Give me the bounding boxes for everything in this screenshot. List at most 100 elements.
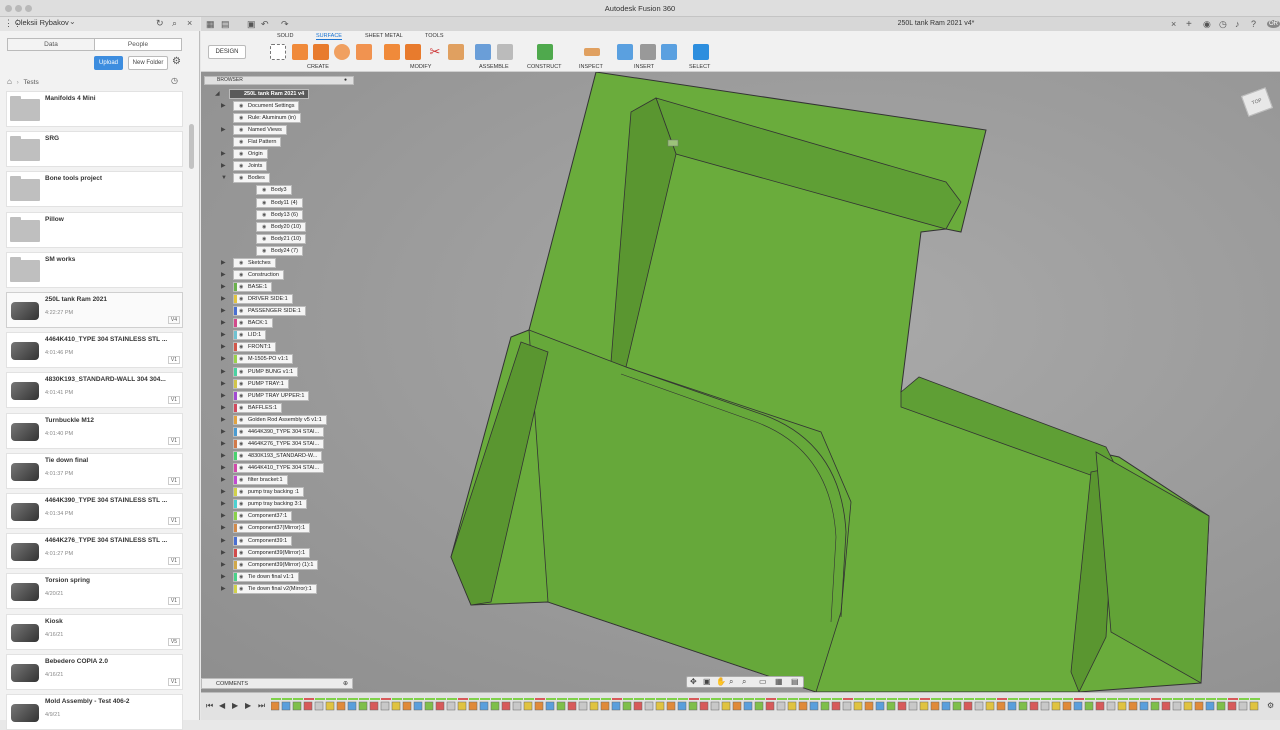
timeline-feature-icon[interactable]	[842, 701, 852, 711]
expand-arrow-icon[interactable]: ▶	[221, 149, 226, 159]
visibility-eye-icon[interactable]: ◉	[239, 537, 243, 545]
expand-arrow-icon[interactable]: ▶	[221, 342, 226, 352]
timeline-feature-icon[interactable]	[963, 701, 973, 711]
timeline-play-icon[interactable]: ▶	[232, 701, 238, 710]
visibility-eye-icon[interactable]: ◉	[239, 162, 243, 170]
browser-node[interactable]: ▼ ◉ Bodies	[221, 173, 270, 184]
visibility-eye-icon[interactable]: ◉	[239, 271, 243, 279]
browser-node[interactable]: ▶ ◉ filter bracket:1	[221, 475, 288, 486]
timeline-feature-icon[interactable]	[325, 701, 335, 711]
browser-node[interactable]: ▶ ◉ LID:1	[221, 330, 267, 341]
extrude-icon[interactable]	[292, 44, 308, 60]
tab-solid[interactable]: SOLID	[277, 33, 294, 39]
browser-node[interactable]: ▶ ◉ Joints	[221, 161, 268, 172]
create-sketch-icon[interactable]	[270, 44, 286, 60]
select-menu[interactable]: SELECT	[689, 64, 710, 70]
expand-arrow-icon[interactable]: ▶	[221, 511, 226, 521]
browser-node[interactable]: ▶ ◉ Tie down final v1:1	[221, 571, 299, 582]
browser-node[interactable]: ▶ ◉ Construction	[221, 269, 284, 280]
inspect-menu[interactable]: INSPECT	[579, 64, 603, 70]
visibility-eye-icon[interactable]: ◉	[239, 476, 243, 484]
timeline-feature-icon[interactable]	[380, 701, 390, 711]
tab-surface[interactable]: SURFACE	[316, 33, 342, 40]
design-item[interactable]: Kiosk 4/16/21 V5	[6, 613, 183, 650]
version-badge[interactable]: V1	[167, 677, 180, 686]
timeline-feature-icon[interactable]	[1062, 701, 1072, 711]
timeline-feature-icon[interactable]	[347, 701, 357, 711]
clock-icon[interactable]: ◷	[171, 76, 178, 85]
timeline-feature-icon[interactable]	[1216, 701, 1226, 711]
timeline-feature-icon[interactable]	[633, 701, 643, 711]
timeline-feature-icon[interactable]	[622, 701, 632, 711]
browser-node[interactable]: ▶ ◉ Origin	[221, 149, 268, 160]
add-comment-icon[interactable]: ⊕	[343, 679, 348, 689]
timeline-feature-icon[interactable]	[479, 701, 489, 711]
browser-root[interactable]: 250L tank Ram 2021 v4 ◢	[215, 89, 310, 99]
assemble-menu[interactable]: ASSEMBLE	[479, 64, 509, 70]
expand-arrow-icon[interactable]: ▶	[221, 282, 226, 292]
refresh-icon[interactable]: ↻	[156, 18, 164, 29]
visibility-eye-icon[interactable]: ◉	[262, 247, 266, 255]
timeline-feature-icon[interactable]	[1040, 701, 1050, 711]
expand-arrow-icon[interactable]: ▶	[221, 258, 226, 268]
tab-data[interactable]: Data	[8, 39, 95, 50]
browser-node[interactable]: ▶ ◉ PUMP BUNG v1:1	[221, 366, 299, 377]
design-item[interactable]: Bebedero COPIA 2.0 4/16/21 V1	[6, 653, 183, 690]
visibility-eye-icon[interactable]: ◉	[239, 343, 243, 351]
version-badge[interactable]: V1	[167, 396, 180, 405]
timeline-feature-icon[interactable]	[655, 701, 665, 711]
pan-icon[interactable]: ✋	[716, 677, 726, 686]
expand-arrow-icon[interactable]: ▶	[221, 125, 226, 135]
browser-node[interactable]: ▶ ◉ 4464K390_TYPE 304 STAI...	[221, 426, 325, 437]
timeline-feature-icon[interactable]	[908, 701, 918, 711]
visibility-eye-icon[interactable]: ◉	[239, 138, 243, 146]
timeline-feature-icon[interactable]	[864, 701, 874, 711]
visibility-eye-icon[interactable]: ◉	[262, 223, 266, 231]
visibility-eye-icon[interactable]: ◉	[239, 102, 243, 110]
timeline-feature-icon[interactable]	[919, 701, 929, 711]
workspace-switcher[interactable]: DESIGN	[208, 45, 246, 59]
timeline-feature-icon[interactable]	[534, 701, 544, 711]
timeline-feature-icon[interactable]	[501, 701, 511, 711]
create-menu[interactable]: CREATE	[307, 64, 329, 70]
timeline-feature-icon[interactable]	[974, 701, 984, 711]
insert-derive-icon[interactable]	[617, 44, 633, 60]
version-badge[interactable]: V5	[167, 637, 180, 646]
browser-node[interactable]: ◉ Body13 (6)	[256, 209, 303, 220]
visibility-eye-icon[interactable]: ◉	[239, 500, 243, 508]
modify-menu[interactable]: MODIFY	[410, 64, 431, 70]
measure-icon[interactable]	[584, 48, 600, 56]
timeline-feature-icon[interactable]	[1106, 701, 1116, 711]
browser-node[interactable]: ▶ ◉ Named Views	[221, 125, 287, 136]
timeline-feature-icon[interactable]	[831, 701, 841, 711]
visibility-eye-icon[interactable]: ◉	[239, 428, 243, 436]
visibility-eye-icon[interactable]: ◉	[239, 585, 243, 593]
browser-node[interactable]: ▶ ◉ 4464K276_TYPE 304 STAI...	[221, 438, 325, 449]
timeline-feature-icon[interactable]	[457, 701, 467, 711]
timeline-feature-icon[interactable]	[996, 701, 1006, 711]
design-item[interactable]: 4830K193_STANDARD-WALL 304 304... 4:01:41…	[6, 372, 183, 409]
browser-node[interactable]: ▶ ◉ 4464K410_TYPE 304 STAI...	[221, 463, 325, 474]
version-badge[interactable]: V1	[167, 436, 180, 445]
timeline-feature-icon[interactable]	[468, 701, 478, 711]
expand-arrow-icon[interactable]: ▶	[221, 499, 226, 509]
timeline-feature-icon[interactable]	[1172, 701, 1182, 711]
timeline-feature-icon[interactable]	[523, 701, 533, 711]
timeline-feature-icon[interactable]	[303, 701, 313, 711]
browser-node[interactable]: ▶ ◉ PUMP TRAY UPPER:1	[221, 390, 310, 401]
browser-node[interactable]: ▶ ◉ Golden Rod Assembly v5 v1:1	[221, 414, 327, 425]
timeline-feature-icon[interactable]	[1161, 701, 1171, 711]
visibility-eye-icon[interactable]: ◉	[239, 368, 243, 376]
visibility-eye-icon[interactable]: ◉	[262, 186, 266, 194]
browser-node[interactable]: ▶ ◉ pump tray backing :1	[221, 487, 305, 498]
search-icon[interactable]: ⌕	[172, 18, 177, 29]
expand-arrow-icon[interactable]: ▶	[221, 439, 226, 449]
browser-node[interactable]: ▶ ◉ BASE:1	[221, 282, 273, 293]
display-settings-icon[interactable]: ▭	[759, 677, 767, 686]
timeline-feature-icon[interactable]	[490, 701, 500, 711]
timeline-feature-strip[interactable]	[271, 696, 1261, 716]
close-panel-icon[interactable]: ×	[187, 18, 192, 28]
folder-item[interactable]: Manifolds 4 Mini	[6, 91, 183, 127]
timeline-feature-icon[interactable]	[820, 701, 830, 711]
grid-settings-icon[interactable]: ▦	[775, 677, 783, 686]
